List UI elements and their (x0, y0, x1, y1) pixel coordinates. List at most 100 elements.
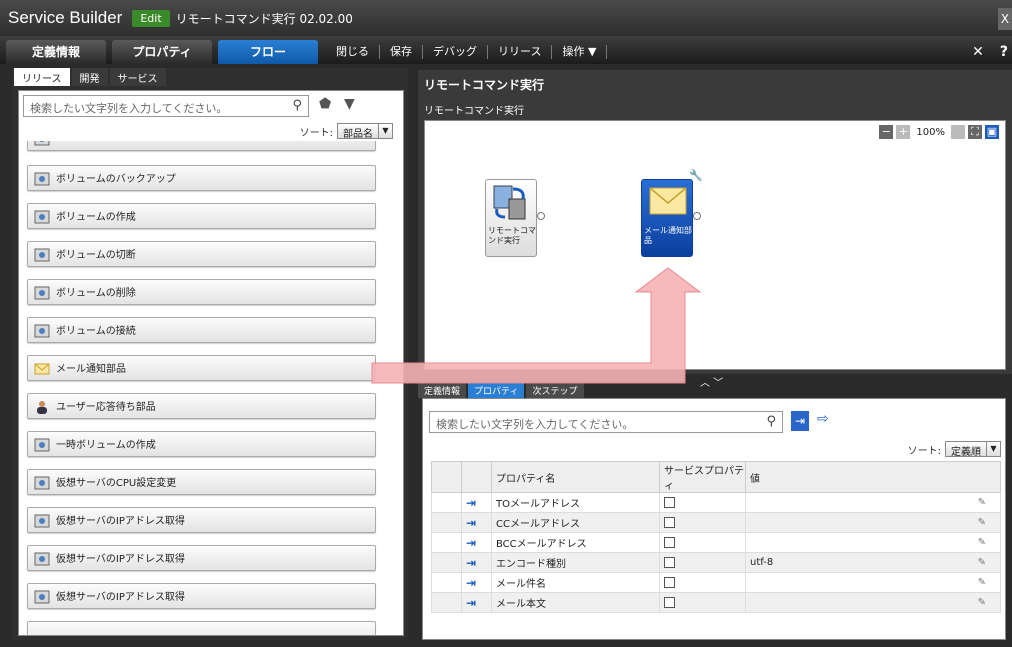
table-row[interactable]: ⇥ メール本文 ✎ (431, 592, 1001, 613)
column-header[interactable]: 値 (745, 461, 1001, 493)
input-arrow-icon: ⇥ (466, 535, 477, 550)
sort-label: ソート: (299, 127, 333, 139)
service-property-checkbox[interactable] (664, 536, 675, 548)
tab-development[interactable]: 開発 (71, 68, 108, 86)
pencil-icon[interactable]: ✎ (978, 577, 986, 588)
property-search-input[interactable]: 検索したい文字列を入力してください。 ⚲ (429, 411, 783, 433)
zoom-level: 100% (916, 126, 945, 138)
flow-canvas[interactable]: − + 100% ⛶ ▣ リモートコマンド実行 メール通知部品 🔧 (424, 120, 1006, 370)
node-port[interactable] (693, 212, 701, 220)
list-item[interactable]: 一時ボリュームの作成 (27, 431, 376, 457)
service-property-checkbox[interactable] (664, 556, 675, 568)
volume-icon (34, 438, 50, 452)
table-row[interactable]: ⇥ メール件名 ✎ (431, 572, 1001, 593)
app-title: Service Builder (8, 8, 123, 27)
list-item[interactable] (27, 141, 376, 151)
bottom-tabs: 定義情報 プロパティ 次ステップ (418, 382, 584, 398)
list-item[interactable]: 仮想サーバのIPアドレス取得 (27, 507, 376, 533)
list-item[interactable]: メール通知部品 (27, 355, 376, 381)
close-icon[interactable]: ✕ (972, 44, 984, 60)
input-arrow-icon: ⇥ (466, 595, 477, 610)
operation-menu[interactable]: 操作 ▼ (552, 45, 608, 59)
pencil-icon[interactable]: ✎ (978, 557, 986, 568)
input-arrow-icon: ⇥ (466, 575, 477, 590)
sort-select[interactable]: 定義順 ▼ (945, 441, 1001, 458)
flow-node-mail-notify[interactable]: メール通知部品 (641, 179, 701, 257)
node-port[interactable] (537, 212, 545, 220)
flow-node-remote-command[interactable]: リモートコマンド実行 (485, 179, 545, 257)
zoom-in-button[interactable]: + (896, 125, 911, 139)
save-menu[interactable]: 保存 (380, 45, 423, 59)
zoom-reset-button[interactable] (951, 125, 965, 139)
tab-next-step[interactable]: 次ステップ (526, 382, 584, 398)
pencil-icon[interactable]: ✎ (978, 517, 986, 528)
help-icon[interactable]: ? (1000, 44, 1008, 60)
tab-property[interactable]: プロパティ (112, 40, 212, 64)
tab-properties[interactable]: プロパティ (468, 382, 525, 398)
pencil-icon[interactable]: ✎ (978, 497, 986, 508)
input-arrow-icon: ⇥ (466, 555, 477, 570)
service-property-checkbox[interactable] (664, 576, 675, 588)
close-menu[interactable]: 閉じる (326, 45, 380, 59)
tab-service[interactable]: サービス (109, 68, 166, 86)
table-row[interactable]: ⇥ BCCメールアドレス ✎ (431, 532, 1001, 553)
list-item[interactable]: ユーザー応答待ち部品 (27, 393, 376, 419)
service-property-checkbox[interactable] (664, 596, 675, 608)
input-arrow-icon: ⇥ (466, 515, 477, 530)
service-property-checkbox[interactable] (664, 516, 675, 528)
list-item[interactable]: 仮想サーバのCPU設定変更 (27, 469, 376, 495)
column-header[interactable]: プロパティ名 (491, 461, 660, 493)
mail-icon (649, 187, 687, 215)
volume-icon (34, 286, 50, 300)
sort-select[interactable]: 部品名 ▼ (337, 123, 393, 140)
tab-definition[interactable]: 定義情報 (6, 40, 106, 64)
volume-icon (34, 590, 50, 604)
tab-definition-info[interactable]: 定義情報 (418, 382, 467, 398)
import-icon[interactable]: ⇥ (791, 411, 809, 431)
table-row[interactable]: ⇥ TOメールアドレス ✎ (431, 492, 1001, 513)
service-title: リモートコマンド実行 02.02.00 (175, 11, 353, 26)
tag-icon[interactable]: ⬟ (319, 96, 331, 112)
flow-panel: リモートコマンド実行 リモートコマンド実行 − + 100% ⛶ ▣ リモートコ… (418, 70, 1012, 374)
release-menu[interactable]: リリース (488, 45, 553, 59)
tab-release[interactable]: リリース (14, 68, 70, 86)
parts-search-placeholder: 検索したい文字列を入力してください。 (30, 102, 228, 115)
parts-search-input[interactable]: 検索したい文字列を入力してください。 ⚲ (23, 95, 309, 117)
pencil-icon[interactable]: ✎ (978, 537, 986, 548)
table-row[interactable]: ⇥ CCメールアドレス ✎ (431, 512, 1001, 533)
zoom-out-button[interactable]: − (879, 125, 894, 139)
parts-list: ボリュームのバックアップ ボリュームの作成 ボリュームの切断 ボリュームの削除 … (19, 141, 403, 635)
list-item[interactable]: ボリュームの接続 (27, 317, 376, 343)
list-item[interactable]: ボリュームの削除 (27, 279, 376, 305)
fit-icon[interactable]: ⛶ (968, 125, 982, 139)
search-icon[interactable]: ⚲ (766, 414, 776, 429)
list-item[interactable] (27, 621, 376, 635)
collapse-chevron-icon[interactable]: ︿ ﹀ (700, 374, 723, 389)
window-close-button[interactable]: X (998, 8, 1012, 30)
wrench-icon[interactable]: 🔧 (689, 169, 703, 182)
list-item[interactable]: ボリュームの作成 (27, 203, 376, 229)
search-icon[interactable]: ⚲ (292, 98, 302, 113)
column-header[interactable]: サービスプロパティ (659, 461, 746, 493)
properties-table: プロパティ名 サービスプロパティ 値 ⇥ TOメールアドレス ✎ ⇥ CCメール… (431, 461, 1001, 613)
mode-badge: Edit (132, 9, 170, 27)
list-item[interactable]: 仮想サーバのIPアドレス取得 (27, 545, 376, 571)
flow-title: リモートコマンド実行 (424, 78, 545, 92)
table-row[interactable]: ⇥ エンコード種別 utf-8 ✎ (431, 552, 1001, 573)
volume-icon (34, 514, 50, 528)
menu-bar: 定義情報 プロパティ フロー 閉じる 保存 デバッグ リリース 操作 ▼ ✕ ? (0, 36, 1012, 64)
list-item[interactable]: ボリュームの切断 (27, 241, 376, 267)
pencil-icon[interactable]: ✎ (978, 597, 986, 608)
filter-icon[interactable]: ▼ (344, 96, 355, 112)
mail-icon (34, 363, 50, 375)
flow-subtitle: リモートコマンド実行 (424, 106, 524, 117)
list-item[interactable]: ボリュームのバックアップ (27, 165, 376, 191)
list-item[interactable]: 仮想サーバのIPアドレス取得 (27, 583, 376, 609)
debug-menu[interactable]: デバッグ (423, 45, 488, 59)
remote-command-icon (493, 185, 526, 220)
user-icon (37, 401, 47, 414)
service-property-checkbox[interactable] (664, 496, 675, 508)
export-icon[interactable]: ⇨ (817, 411, 829, 427)
overview-icon[interactable]: ▣ (985, 125, 999, 139)
tab-flow[interactable]: フロー (218, 40, 318, 64)
